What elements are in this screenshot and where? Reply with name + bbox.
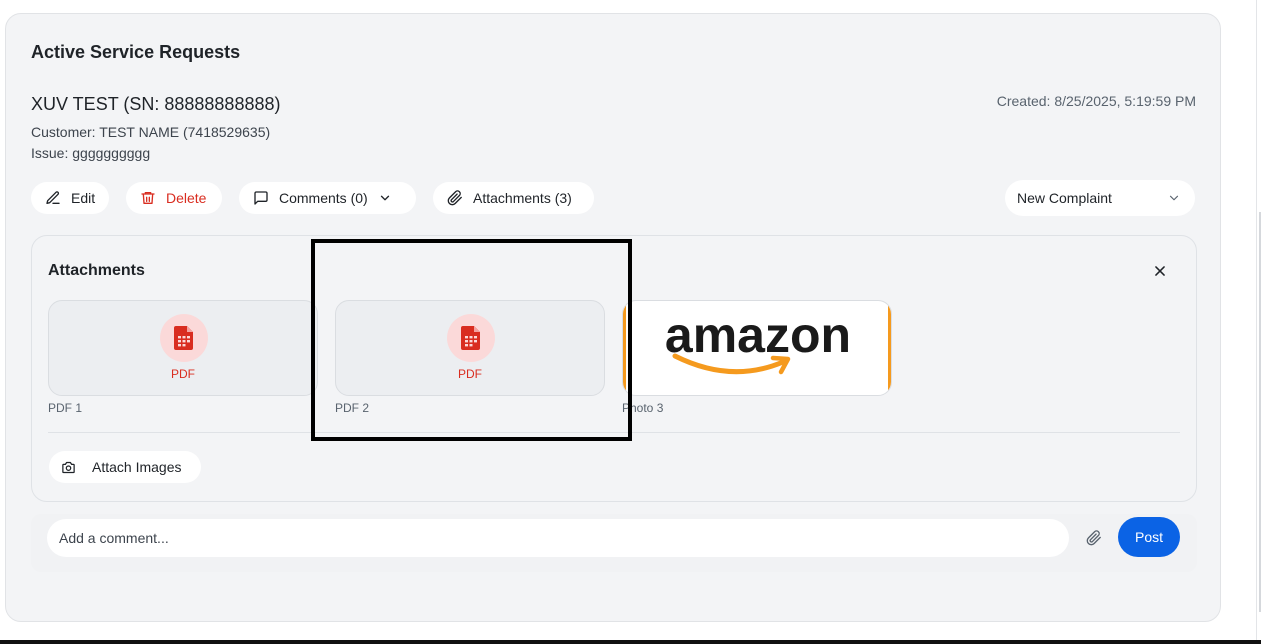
edit-button[interactable]: Edit <box>31 182 109 214</box>
pdf-file-icon <box>174 326 193 350</box>
amazon-logo-text: amazon <box>665 307 851 363</box>
edit-icon <box>46 191 60 204</box>
close-icon <box>1155 266 1165 276</box>
close-attachments-button[interactable] <box>1150 261 1170 281</box>
message-square-icon <box>254 191 268 205</box>
attachment-caption: PDF 2 <box>335 401 370 415</box>
request-created: Created: 8/25/2025, 5:19:59 PM <box>996 93 1196 109</box>
bottom-edge <box>0 640 1261 644</box>
attachments-label: Attachments (3) <box>473 190 572 206</box>
chevron-down-icon <box>380 195 389 201</box>
post-button[interactable]: Post <box>1118 517 1180 557</box>
attachments-panel: Attachments PDF PDF 1 PDF PDF 2 amazon P… <box>31 235 1197 502</box>
pdf-file-icon <box>461 326 480 350</box>
scrollbar[interactable] <box>1256 0 1261 644</box>
status-select[interactable]: New Complaint <box>1005 180 1195 216</box>
attach-images-button[interactable]: Attach Images <box>49 451 201 483</box>
divider <box>48 432 1180 433</box>
attachments-title: Attachments <box>48 262 145 279</box>
page: Active Service Requests XUV TEST (SN: 88… <box>0 0 1261 644</box>
pdf-type-label: PDF <box>458 367 482 381</box>
attach-images-label: Attach Images <box>92 459 182 475</box>
attachment-tile-pdf-1[interactable]: PDF <box>48 300 318 396</box>
section-title: Active Service Requests <box>31 42 241 62</box>
attachment-caption: Photo 3 <box>622 401 664 415</box>
paperclip-icon <box>447 190 462 206</box>
comments-toggle-button[interactable]: Comments (0) <box>239 182 416 214</box>
status-select-value: New Complaint <box>1017 190 1112 206</box>
pdf-badge <box>447 314 495 362</box>
chevron-down-icon <box>1169 195 1179 201</box>
amazon-logo-image: amazon <box>665 307 851 375</box>
attachments-toggle-button[interactable]: Attachments (3) <box>433 182 594 214</box>
service-requests-card: Active Service Requests XUV TEST (SN: 88… <box>5 13 1221 622</box>
edit-label: Edit <box>71 190 96 206</box>
comment-composer: Post <box>31 514 1197 572</box>
attachment-caption: PDF 1 <box>48 401 83 415</box>
request-issue: Issue: gggggggggg <box>31 145 151 161</box>
comments-label: Comments (0) <box>279 190 368 206</box>
attachment-tile-photo-3[interactable]: amazon <box>622 300 892 396</box>
trash-icon <box>141 192 155 204</box>
pdf-badge <box>160 314 208 362</box>
comment-input[interactable] <box>47 519 1069 557</box>
camera-icon <box>62 461 75 473</box>
delete-button[interactable]: Delete <box>126 182 222 214</box>
request-customer: Customer: TEST NAME (7418529635) <box>31 124 271 140</box>
attach-file-button[interactable] <box>1083 526 1105 550</box>
paperclip-icon <box>1086 530 1101 546</box>
attachment-tile-pdf-2[interactable]: PDF <box>335 300 605 396</box>
delete-label: Delete <box>166 190 207 206</box>
request-title: XUV TEST (SN: 88888888888) <box>31 94 281 114</box>
pdf-type-label: PDF <box>171 367 195 381</box>
